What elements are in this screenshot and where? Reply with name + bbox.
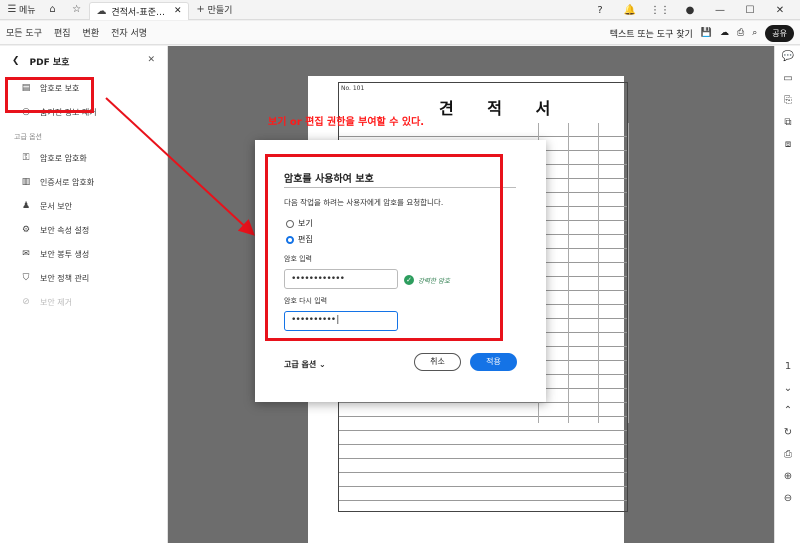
apply-button[interactable]: 적용: [470, 353, 517, 371]
highlight-box-dialog: [265, 154, 503, 341]
cancel-button[interactable]: 취소: [414, 353, 461, 371]
advanced-options[interactable]: 고급 옵션 ⌄: [284, 359, 326, 370]
advanced-options-label: 고급 옵션: [284, 360, 317, 369]
chevron-down-icon: ⌄: [319, 360, 326, 369]
